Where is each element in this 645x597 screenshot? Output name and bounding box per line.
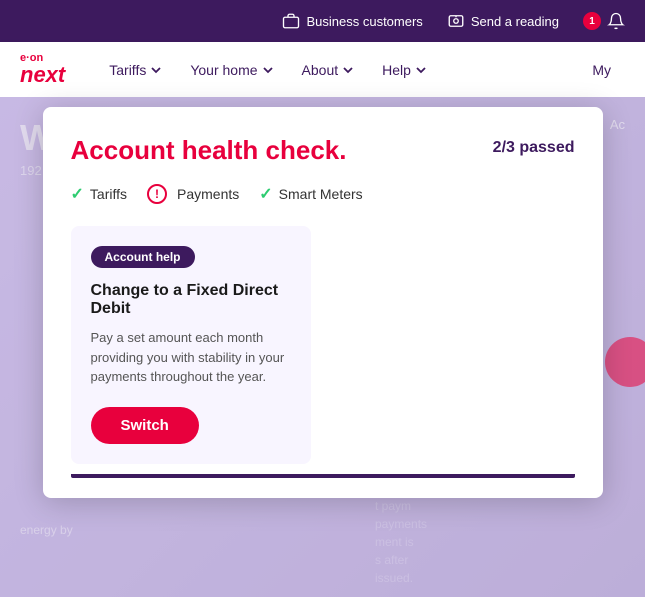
- switch-button[interactable]: Switch: [91, 407, 199, 444]
- modal-title: Account health check.: [71, 135, 347, 166]
- chevron-down-icon: [342, 64, 354, 76]
- modal-checks: ✓ Tariffs ! Payments ✓ Smart Meters: [71, 184, 575, 204]
- top-bar: Business customers Send a reading 1: [0, 0, 645, 42]
- check-tariffs: ✓ Tariffs: [71, 184, 128, 204]
- nav-item-help[interactable]: Help: [368, 42, 441, 97]
- notification-area[interactable]: 1: [583, 12, 625, 30]
- passed-badge: 2/3 passed: [493, 139, 575, 157]
- notification-badge: 1: [583, 12, 601, 30]
- chevron-down-icon: [150, 64, 162, 76]
- logo[interactable]: e·on next: [20, 53, 65, 86]
- logo-next-text: next: [20, 64, 65, 86]
- chevron-down-icon: [262, 64, 274, 76]
- check-warn-icon: !: [147, 184, 167, 204]
- nav-items: Tariffs Your home About Help My: [95, 42, 625, 97]
- modal-header: Account health check. 2/3 passed: [71, 135, 575, 166]
- account-health-modal: Account health check. 2/3 passed ✓ Tarif…: [43, 107, 603, 498]
- check-pass-icon-2: ✓: [259, 184, 272, 204]
- nav-bar: e·on next Tariffs Your home About Help: [0, 42, 645, 97]
- send-reading-link[interactable]: Send a reading: [447, 12, 559, 30]
- briefcase-icon: [282, 12, 300, 30]
- account-help-card: Account help Change to a Fixed Direct De…: [71, 226, 311, 464]
- modal-bottom-bar: [71, 474, 575, 478]
- check-pass-icon: ✓: [71, 184, 84, 204]
- nav-item-about[interactable]: About: [288, 42, 369, 97]
- card-body: Pay a set amount each month providing yo…: [91, 328, 291, 387]
- nav-item-tariffs[interactable]: Tariffs: [95, 42, 176, 97]
- modal-overlay: Account health check. 2/3 passed ✓ Tarif…: [0, 97, 645, 597]
- chevron-down-icon: [415, 64, 427, 76]
- check-payments: ! Payments: [147, 184, 239, 204]
- card-tag: Account help: [91, 246, 195, 268]
- check-smart-meters: ✓ Smart Meters: [259, 184, 362, 204]
- notification-icon: [607, 12, 625, 30]
- business-customers-link[interactable]: Business customers: [282, 12, 422, 30]
- card-title: Change to a Fixed Direct Debit: [91, 282, 291, 318]
- meter-icon: [447, 12, 465, 30]
- nav-item-my[interactable]: My: [578, 42, 625, 97]
- nav-item-your-home[interactable]: Your home: [176, 42, 287, 97]
